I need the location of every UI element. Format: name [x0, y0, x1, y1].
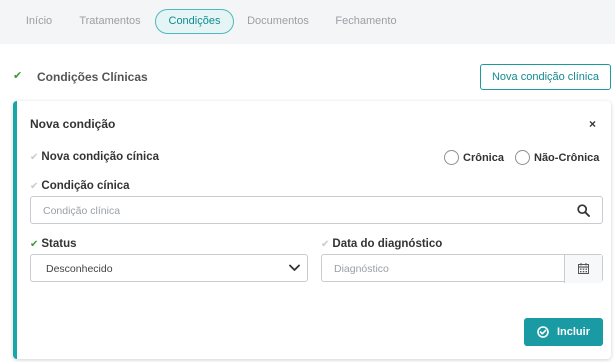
- search-icon[interactable]: [577, 204, 590, 217]
- check-icon: ✔: [13, 70, 23, 82]
- tab-inicio[interactable]: Início: [18, 9, 60, 34]
- diagnosis-date-input[interactable]: Diagnóstico: [321, 254, 603, 283]
- calendar-icon[interactable]: [578, 263, 589, 274]
- tab-fechamento[interactable]: Fechamento: [325, 9, 407, 34]
- condition-label-text: Condição cínica: [41, 180, 130, 192]
- new-condition-card: Nova condição × ✔ Nova condição cínica Cr…: [13, 101, 611, 359]
- status-select[interactable]: Desconhecido: [30, 254, 308, 282]
- close-icon[interactable]: ×: [589, 117, 596, 131]
- check-icon: ✔: [30, 239, 39, 250]
- status-label: ✔ Status: [30, 238, 77, 250]
- tab-tratamentos[interactable]: Tratamentos: [70, 9, 150, 34]
- radio-nao-cronica[interactable]: Não-Crônica: [515, 150, 599, 165]
- subtitle-text: Nova condição cínica: [41, 151, 159, 163]
- check-icon: ✔: [321, 239, 330, 250]
- chevron-down-icon[interactable]: [289, 264, 300, 272]
- radio-circle-icon[interactable]: [444, 150, 459, 165]
- include-button[interactable]: Incluir: [524, 318, 603, 346]
- condition-search-input[interactable]: Condição clínica: [30, 196, 603, 224]
- radio-nao-cronica-label: Não-Crônica: [534, 151, 600, 164]
- check-circle-icon: [537, 326, 549, 338]
- subtitle-label: ✔ Nova condição cínica: [30, 151, 159, 163]
- tab-condicoes[interactable]: Condições: [155, 9, 234, 34]
- date-label-text: Data do diagnóstico: [332, 238, 443, 250]
- radio-cronica[interactable]: Crônica: [444, 150, 504, 165]
- condition-label: ✔ Condição cínica: [30, 180, 130, 192]
- tab-bar: Início Tratamentos Condições Documentos …: [0, 0, 615, 44]
- date-label: ✔ Data do diagnóstico: [321, 238, 442, 250]
- status-label-text: Status: [41, 238, 77, 250]
- check-icon: ✔: [30, 181, 39, 192]
- check-icon: ✔: [30, 152, 39, 163]
- condition-placeholder: Condição clínica: [43, 205, 121, 217]
- radio-cronica-label: Crônica: [463, 151, 504, 164]
- date-placeholder: Diagnóstico: [334, 263, 389, 275]
- status-value: Desconhecido: [46, 263, 113, 275]
- calendar-button[interactable]: [564, 255, 602, 283]
- card-title: Nova condição: [30, 117, 116, 131]
- tab-documentos[interactable]: Documentos: [240, 9, 316, 34]
- section-title: Condições Clínicas: [37, 70, 148, 84]
- new-condition-button[interactable]: Nova condição clínica: [480, 64, 611, 90]
- include-button-label: Incluir: [556, 326, 590, 338]
- radio-circle-icon[interactable]: [515, 150, 530, 165]
